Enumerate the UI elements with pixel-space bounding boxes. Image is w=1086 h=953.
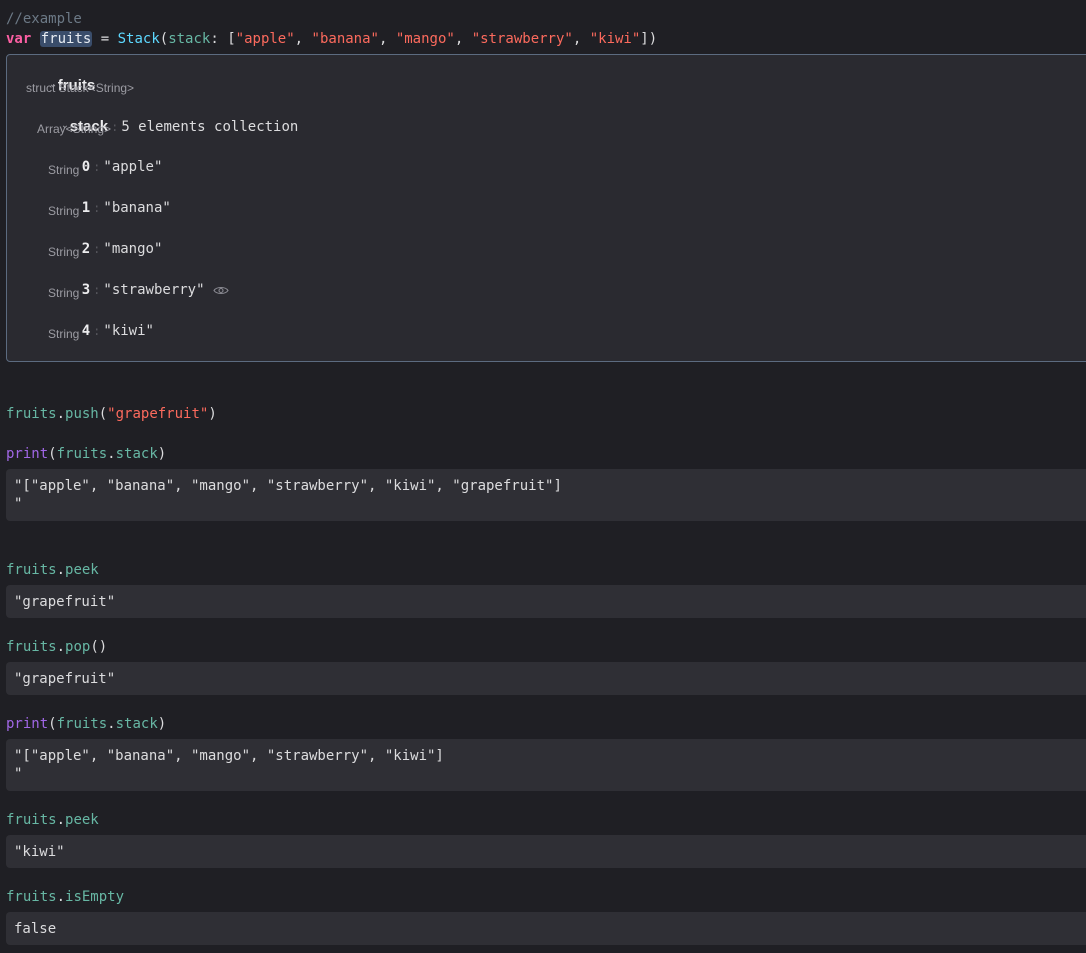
- element-type: String: [48, 204, 80, 218]
- element-value: "kiwi": [103, 323, 154, 339]
- code-dot: .: [56, 889, 66, 905]
- result-box[interactable]: false: [6, 912, 1086, 945]
- element-type: String: [48, 286, 80, 300]
- result-box[interactable]: "kiwi": [6, 835, 1086, 868]
- eye-icon[interactable]: [212, 284, 229, 300]
- result-box[interactable]: "["apple", "banana", "mango", "strawberr…: [6, 739, 1086, 791]
- property-stack: stack: [115, 446, 158, 462]
- var-ref: fruits: [56, 716, 108, 732]
- var-ref: fruits: [6, 406, 57, 422]
- string-literal: "banana": [311, 31, 379, 47]
- var-ref: fruits: [6, 639, 57, 655]
- code-line-declaration[interactable]: var fruits = Stack(stack: ["apple", "ban…: [6, 30, 657, 48]
- code-comment: //example: [6, 11, 82, 27]
- function-print: print: [6, 716, 49, 732]
- code-dot: .: [56, 562, 66, 578]
- code-dot: .: [56, 639, 66, 655]
- var-ref: fruits: [6, 562, 57, 578]
- inspector-colon: :: [111, 120, 119, 134]
- code-close: ]): [640, 31, 658, 47]
- element-type: String: [48, 245, 80, 259]
- code-line-peek[interactable]: fruits.peek: [6, 811, 99, 829]
- keyword-var: var: [6, 31, 32, 47]
- string-literal: "kiwi": [589, 31, 641, 47]
- code-colon-bracket: : [: [210, 31, 236, 47]
- property-peek: peek: [65, 562, 99, 578]
- arg-label-stack: stack: [168, 31, 211, 47]
- inspector-colon: :: [93, 160, 101, 174]
- var-ref: fruits: [56, 446, 108, 462]
- element-value: "apple": [103, 159, 163, 175]
- variable-inspector-panel[interactable]: ⌄fruits struct Stack<String> ⌄stack:5 el…: [6, 54, 1086, 362]
- property-peek: peek: [65, 812, 99, 828]
- code-open-paren: (: [48, 716, 57, 732]
- element-index: 0: [81, 159, 91, 175]
- inspector-colon: :: [93, 283, 101, 297]
- code-parens: (): [90, 639, 108, 655]
- element-index: 1: [81, 200, 91, 216]
- var-ref: fruits: [6, 889, 57, 905]
- var-ref: fruits: [6, 812, 57, 828]
- result-box[interactable]: "grapefruit": [6, 585, 1086, 618]
- variable-fruits-selected[interactable]: fruits: [39, 31, 93, 47]
- type-stack: Stack: [117, 31, 160, 47]
- code-open-paren: (: [98, 406, 108, 422]
- function-print: print: [6, 446, 49, 462]
- element-type: String: [48, 327, 80, 341]
- element-index: 3: [81, 282, 91, 298]
- inspector-child-summary: 5 elements collection: [121, 119, 299, 135]
- code-line-push[interactable]: fruits.push("grapefruit"): [6, 405, 217, 423]
- inspector-colon: :: [93, 201, 101, 215]
- code-line-print[interactable]: print(fruits.stack): [6, 445, 166, 463]
- code-sep: ,: [294, 31, 312, 47]
- code-eq: =: [92, 31, 118, 47]
- code-open-paren: (: [48, 446, 57, 462]
- inspector-child-type: Array<String>: [37, 122, 112, 136]
- code-close-paren: ): [208, 406, 217, 422]
- element-value: "banana": [103, 200, 171, 216]
- element-value: "strawberry": [103, 282, 205, 298]
- code-dot: .: [56, 812, 66, 828]
- code-sep: ,: [572, 31, 590, 47]
- code-sep: ,: [378, 31, 396, 47]
- string-literal: "mango": [395, 31, 455, 47]
- result-box[interactable]: "["apple", "banana", "mango", "strawberr…: [6, 469, 1086, 521]
- property-stack: stack: [115, 716, 158, 732]
- method-pop: pop: [65, 639, 91, 655]
- code-line-peek[interactable]: fruits.peek: [6, 561, 99, 579]
- inspector-colon: :: [93, 242, 101, 256]
- code-line-isempty[interactable]: fruits.isEmpty: [6, 888, 124, 906]
- code-close-paren: ): [157, 446, 167, 462]
- string-literal: "strawberry": [471, 31, 573, 47]
- code-close-paren: ): [157, 716, 167, 732]
- element-type: String: [48, 163, 80, 177]
- code-dot: .: [107, 446, 116, 462]
- element-index: 2: [81, 241, 91, 257]
- element-value: "mango": [103, 241, 163, 257]
- property-isempty: isEmpty: [65, 889, 125, 905]
- string-literal: "grapefruit": [107, 406, 209, 422]
- string-literal: "apple": [235, 31, 295, 47]
- element-index: 4: [81, 323, 91, 339]
- code-sep: ,: [454, 31, 472, 47]
- code-open-paren: (: [159, 31, 169, 47]
- inspector-colon: :: [93, 324, 101, 338]
- code-line-pop[interactable]: fruits.pop(): [6, 638, 107, 656]
- method-push: push: [65, 406, 99, 422]
- inspector-root-type: struct Stack<String>: [26, 81, 135, 95]
- result-box[interactable]: "grapefruit": [6, 662, 1086, 695]
- code-dot: .: [56, 406, 66, 422]
- code-line-print[interactable]: print(fruits.stack): [6, 715, 166, 733]
- code-dot: .: [107, 716, 116, 732]
